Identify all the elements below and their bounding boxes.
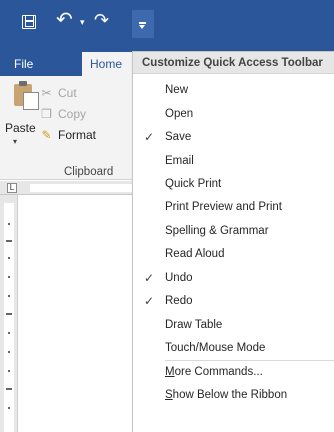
menu-item-label: Undo	[165, 272, 193, 284]
paste-icon[interactable]	[14, 81, 39, 110]
customize-bar-icon	[139, 22, 146, 24]
format-painter-icon: ✎	[41, 128, 52, 142]
menu-item-draw-table[interactable]: Draw Table	[133, 314, 334, 336]
menu-item-print-preview[interactable]: Print Preview and Print	[133, 196, 334, 218]
save-icon[interactable]	[22, 15, 36, 29]
menu-item-label: Show Below the Ribbon	[165, 389, 287, 401]
format-painter-label: Format	[58, 128, 97, 142]
menu-item-label: More Commands...	[165, 366, 263, 378]
copy-button[interactable]: ❐ Copy	[40, 107, 86, 121]
paste-dropdown-icon[interactable]: ▾	[13, 137, 17, 146]
menu-title: Customize Quick Access Toolbar	[133, 52, 334, 74]
redo-icon[interactable]: ↷	[94, 10, 109, 30]
menu-item-redo[interactable]: ✓ Redo	[133, 290, 334, 312]
copy-label: Copy	[58, 107, 87, 121]
ruler-tick	[8, 295, 10, 297]
tab-selector-icon[interactable]: L	[7, 183, 17, 193]
menu-item-label: Print Preview and Print	[165, 201, 282, 213]
checkmark-icon: ✓	[143, 294, 155, 308]
access-key: S	[165, 389, 173, 401]
ruler-tick	[6, 240, 12, 242]
vertical-ruler-track	[4, 203, 14, 432]
chevron-down-icon	[139, 25, 145, 29]
menu-item-spelling-grammar[interactable]: Spelling & Grammar	[133, 220, 334, 242]
menu-item-label: Spelling & Grammar	[165, 225, 269, 237]
label-rest: how Below the Ribbon	[172, 389, 288, 401]
cut-icon: ✂	[41, 86, 52, 100]
menu-item-save[interactable]: ✓ Save	[133, 126, 334, 148]
menu-item-label: Read Aloud	[165, 248, 225, 260]
menu-item-label: Touch/Mouse Mode	[165, 342, 266, 354]
menu-item-quick-print[interactable]: Quick Print	[133, 173, 334, 195]
menu-item-touch-mouse-mode[interactable]: Touch/Mouse Mode	[133, 337, 334, 359]
clipboard-group-label: Clipboard	[64, 166, 114, 178]
checkmark-icon: ✓	[143, 130, 155, 144]
menu-item-label: Quick Print	[165, 178, 222, 190]
ruler-tick	[8, 223, 10, 225]
menu-item-label: Draw Table	[165, 319, 223, 331]
access-key: M	[165, 366, 175, 378]
menu-item-more-commands[interactable]: More Commands...	[133, 361, 334, 383]
menu-item-label: Redo	[165, 295, 193, 307]
cut-label: Cut	[58, 86, 77, 100]
label-rest: ore Commands...	[174, 366, 263, 378]
menu-item-read-aloud[interactable]: Read Aloud	[133, 243, 334, 265]
menu-item-label: Save	[165, 131, 192, 143]
menu-item-label: Open	[165, 108, 194, 120]
menu-item-label: New	[165, 84, 189, 96]
cut-button[interactable]: ✂ Cut	[40, 86, 77, 100]
customize-quick-access-menu: Customize Quick Access Toolbar New Open …	[132, 51, 334, 432]
ruler-tick	[6, 313, 12, 315]
menu-item-new[interactable]: New	[133, 79, 334, 101]
tab-home[interactable]: Home	[82, 52, 134, 76]
ruler-tick	[8, 407, 10, 409]
paste-button[interactable]: Paste	[5, 121, 36, 135]
ruler-tick	[6, 388, 12, 390]
vertical-ruler	[0, 195, 18, 432]
undo-dropdown-icon[interactable]: ▾	[80, 17, 85, 28]
ruler-tick	[8, 257, 10, 259]
format-painter-button[interactable]: ✎ Format	[40, 128, 96, 142]
menu-item-show-below-ribbon[interactable]: Show Below the Ribbon	[133, 384, 334, 406]
menu-item-open[interactable]: Open	[133, 103, 334, 125]
ruler-tick	[8, 276, 10, 278]
ruler-tick	[8, 332, 10, 334]
checkmark-icon: ✓	[143, 271, 155, 285]
quick-access-toolbar: ↶ ▾ ↷	[0, 0, 334, 52]
copy-icon: ❐	[41, 107, 52, 121]
undo-icon[interactable]: ↶	[56, 10, 73, 30]
menu-item-label: Email	[165, 155, 194, 167]
tab-file[interactable]: File	[14, 57, 33, 71]
menu-item-email[interactable]: Email	[133, 150, 334, 172]
ruler-tick	[8, 370, 10, 372]
ruler-tick	[8, 351, 10, 353]
customize-quick-access-button[interactable]	[132, 10, 154, 38]
menu-item-undo[interactable]: ✓ Undo	[133, 267, 334, 289]
